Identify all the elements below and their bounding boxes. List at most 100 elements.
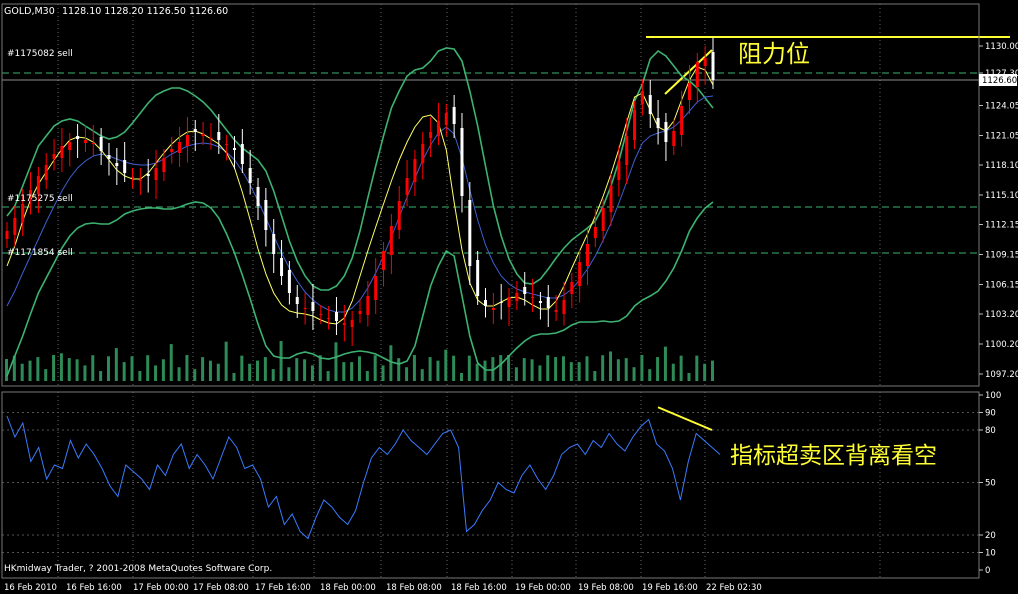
volume-bar	[624, 358, 628, 381]
candle-body[interactable]	[178, 142, 182, 153]
candle-body[interactable]	[162, 158, 166, 172]
candle-body[interactable]	[68, 142, 72, 150]
candle-body[interactable]	[76, 136, 80, 139]
price-chart-svg[interactable]: 1130.001127.301124.051121.051118.101115.…	[0, 0, 1018, 594]
candle-body[interactable]	[389, 226, 393, 255]
volume-bar	[271, 369, 275, 381]
candle-body[interactable]	[436, 121, 440, 136]
candle-body[interactable]	[593, 227, 597, 238]
candle-body[interactable]	[131, 177, 135, 178]
candle-body[interactable]	[342, 323, 346, 325]
candle-body[interactable]	[240, 144, 244, 164]
candle-body[interactable]	[468, 200, 472, 266]
candle-body[interactable]	[225, 144, 229, 145]
candle-body[interactable]	[554, 310, 558, 312]
candle-body[interactable]	[154, 168, 158, 180]
candle-body[interactable]	[562, 300, 566, 314]
candle-body[interactable]	[209, 138, 213, 139]
candle-body[interactable]	[695, 62, 699, 87]
candle-body[interactable]	[366, 296, 370, 315]
candle-body[interactable]	[672, 131, 676, 146]
candle-body[interactable]	[107, 155, 111, 159]
candle-body[interactable]	[295, 297, 299, 304]
candle-body[interactable]	[382, 251, 386, 270]
symbol-timeframe: GOLD,M30	[4, 6, 55, 17]
candle-body[interactable]	[201, 134, 205, 136]
order-label[interactable]: #1175275 sell	[7, 194, 73, 204]
candle-body[interactable]	[460, 128, 464, 196]
candle-body[interactable]	[217, 132, 221, 140]
candle-body[interactable]	[507, 297, 511, 307]
candle-body[interactable]	[13, 218, 17, 235]
candle-body[interactable]	[374, 276, 378, 300]
candle-body[interactable]	[232, 148, 236, 150]
candle-body[interactable]	[52, 154, 56, 159]
candle-body[interactable]	[358, 311, 362, 314]
candle-body[interactable]	[429, 132, 433, 138]
candle-body[interactable]	[280, 258, 284, 276]
candle-body[interactable]	[515, 293, 519, 301]
candle-body[interactable]	[617, 161, 621, 180]
candle-body[interactable]	[711, 52, 715, 80]
candle-body[interactable]	[633, 110, 637, 140]
candle-body[interactable]	[687, 83, 691, 100]
candle-body[interactable]	[311, 302, 315, 311]
order-label[interactable]: #1171854 sell	[7, 248, 73, 258]
candle-body[interactable]	[138, 180, 142, 181]
volume-bar	[609, 351, 613, 381]
candle-body[interactable]	[327, 318, 331, 319]
candle-body[interactable]	[405, 178, 409, 195]
candle-body[interactable]	[648, 95, 652, 114]
candle-body[interactable]	[703, 58, 707, 66]
candle-body[interactable]	[256, 187, 260, 206]
candle-body[interactable]	[531, 297, 535, 298]
candle-body[interactable]	[397, 201, 401, 230]
candle-body[interactable]	[585, 244, 589, 266]
candle-body[interactable]	[248, 168, 252, 183]
candle-body[interactable]	[185, 135, 189, 146]
candle-body[interactable]	[5, 231, 9, 239]
candle-body[interactable]	[83, 140, 87, 143]
candle-body[interactable]	[680, 106, 684, 135]
candle-body[interactable]	[334, 312, 338, 321]
volume-bar	[216, 363, 220, 381]
candle-body[interactable]	[664, 122, 668, 142]
candle-body[interactable]	[421, 144, 425, 163]
candle-body[interactable]	[444, 113, 448, 125]
candle-body[interactable]	[272, 234, 276, 254]
candle-body[interactable]	[21, 204, 25, 222]
candle-body[interactable]	[319, 314, 323, 315]
candle-body[interactable]	[491, 308, 495, 310]
candle-body[interactable]	[170, 149, 174, 152]
candle-body[interactable]	[523, 287, 527, 294]
candle-body[interactable]	[287, 270, 291, 293]
candle-body[interactable]	[303, 308, 307, 309]
candle-body[interactable]	[146, 174, 150, 176]
candle-body[interactable]	[264, 200, 268, 230]
candle-body[interactable]	[570, 282, 574, 294]
candle-body[interactable]	[546, 297, 550, 308]
candle-body[interactable]	[452, 107, 456, 124]
candle-body[interactable]	[538, 301, 542, 303]
candle-body[interactable]	[499, 302, 503, 303]
candle-body[interactable]	[476, 260, 480, 296]
candle-body[interactable]	[36, 176, 40, 194]
candle-body[interactable]	[640, 91, 644, 104]
candle-body[interactable]	[91, 143, 95, 144]
candle-body[interactable]	[484, 300, 488, 306]
candle-body[interactable]	[193, 129, 197, 132]
candle-body[interactable]	[115, 163, 119, 166]
candle-body[interactable]	[578, 262, 582, 286]
candle-body[interactable]	[656, 118, 660, 128]
candle-body[interactable]	[123, 160, 127, 173]
candle-body[interactable]	[350, 320, 354, 327]
candle-body[interactable]	[601, 208, 605, 231]
candle-body[interactable]	[99, 137, 103, 151]
candle-body[interactable]	[413, 159, 417, 182]
candle-body[interactable]	[609, 186, 613, 212]
price-tick-label: 1124.05	[985, 102, 1018, 112]
order-label[interactable]: #1175082 sell	[7, 49, 73, 59]
candle-body[interactable]	[625, 136, 629, 165]
candle-body[interactable]	[44, 165, 48, 180]
candle-body[interactable]	[60, 146, 64, 158]
